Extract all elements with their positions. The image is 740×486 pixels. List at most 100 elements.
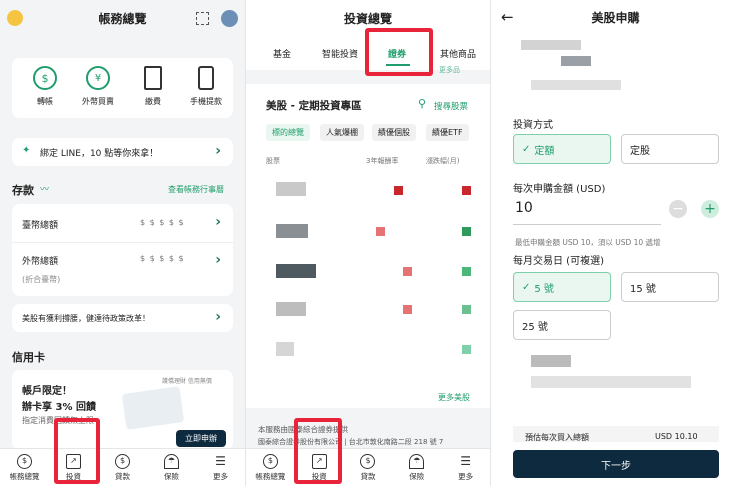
atm-action[interactable]: 手機提款 <box>182 66 230 107</box>
chip-top-etf[interactable]: 績優ETF <box>426 124 469 141</box>
nav-insurance[interactable]: ☂ 保險 <box>147 449 196 486</box>
deposit-card: 臺幣總額 $ $ $ $ $ › 外幣總額 (折合臺幣) $ $ $ $ $ › <box>12 204 233 296</box>
chevron-right-icon[interactable]: › <box>215 214 221 230</box>
highlight-securities-tab <box>365 28 433 76</box>
nav-label: 帳務總覽 <box>9 471 40 481</box>
bill-action[interactable]: 繳費 <box>132 66 174 107</box>
chip-top-stock[interactable]: 績優個股 <box>372 124 416 141</box>
more-products-link[interactable]: 更多品 <box>439 65 460 75</box>
day-15[interactable]: 15 號 <box>621 272 719 302</box>
fx-icon: ¥ <box>86 66 110 90</box>
nav-insurance[interactable]: ☂ 保險 <box>392 449 441 486</box>
highlight-invest-tab <box>54 418 100 484</box>
masked-info <box>531 355 571 367</box>
rate-cell <box>403 305 412 314</box>
more-us-stock-link[interactable]: 更多美股 <box>438 392 470 403</box>
search-icon[interactable]: ⚲ <box>418 97 426 110</box>
total-label: 預估每次買入總額 <box>525 433 589 442</box>
bottom-nav: $ 帳務總覽 ↗ 投資 $ 貸款 ☂ 保險 ☰ 更多 <box>246 448 490 486</box>
line-banner[interactable]: ✦ 綁定 LINE，10 點等你來拿！ › <box>12 138 233 166</box>
day-25-label: 25 號 <box>522 321 548 333</box>
masked-stock-row <box>276 182 306 196</box>
day-label: 每月交易日 (可複選) <box>513 256 604 267</box>
fx-label: 外幣買賣 <box>82 97 114 106</box>
page-title: 美股申購 <box>591 10 640 25</box>
nav-loan[interactable]: $ 貸款 <box>98 449 147 486</box>
fx-action[interactable]: ¥ 外幣買賣 <box>74 66 122 107</box>
fx-total-label: 外幣總額 <box>22 257 59 267</box>
chip-overview[interactable]: 標的總覽 <box>266 124 310 141</box>
chevron-right-icon[interactable]: › <box>215 252 221 268</box>
nav-label: 貸款 <box>115 471 130 481</box>
col-stock: 股票 <box>266 157 280 165</box>
line-banner-text: 綁定 LINE，10 點等你來拿！ <box>40 149 159 159</box>
search-stock-link[interactable]: 搜尋股票 <box>434 100 468 112</box>
panel-us-stock-purchase: ← 美股申購 投資方式 ✓ 定額 定股 每次申購金額 (USD) 10 − + 最… <box>490 0 740 486</box>
col-rate: 3年報酬率 <box>366 157 399 165</box>
transfer-label: 轉帳 <box>37 97 53 106</box>
sparkle-icon: ✦ <box>22 145 31 156</box>
transfer-action[interactable]: $ 轉帳 <box>24 66 66 107</box>
masked-stock-row <box>276 342 294 356</box>
promo-banner[interactable]: 美股有獲利撐腰，健達待政策改革！ › <box>12 304 233 332</box>
scan-icon[interactable] <box>196 12 209 25</box>
chevron-right-icon: › <box>215 143 221 159</box>
bottom-nav: $ 帳務總覽 ↗ 投資 $ 貸款 ☂ 保險 ☰ 更多 <box>0 448 245 486</box>
calendar-link[interactable]: 查看帳務行事曆 <box>168 184 224 195</box>
dollar-icon: $ <box>17 453 32 469</box>
moneybag-icon: $ <box>360 453 376 469</box>
panel-investment-overview: 投資總覽 基金 智能投資 證券 其他商品 更多品 美股 - 定期投資專區 ⚲ 搜… <box>245 0 490 486</box>
change-cell <box>462 227 471 236</box>
nav-more[interactable]: ☰ 更多 <box>441 449 490 486</box>
highlight-invest-tab <box>294 418 342 484</box>
menu-icon: ☰ <box>460 454 471 468</box>
deposit-heading: 存款 <box>12 184 34 197</box>
total-row: 預估每次買入總額 USD 10.10 <box>513 426 719 442</box>
day-5[interactable]: ✓ 5 號 <box>513 272 611 302</box>
masked-info <box>561 56 591 66</box>
twd-total-label: 臺幣總額 <box>22 221 59 231</box>
nav-label: 貸款 <box>360 471 376 481</box>
eye-icon[interactable]: 〰 <box>40 182 49 195</box>
fx-total-sub: (折合臺幣) <box>22 275 61 284</box>
apply-button[interactable]: 立即申辦 <box>176 430 226 447</box>
amount-input[interactable]: 10 <box>515 200 533 216</box>
rate-cell <box>376 227 385 236</box>
umbrella-icon: ☂ <box>164 453 179 469</box>
amount-hint: 最低申購金額 USD 10，須以 USD 10 遞增 <box>515 238 661 247</box>
method-fixed-shares-label: 定股 <box>630 145 650 157</box>
amount-underline <box>513 224 661 225</box>
tab-fund[interactable]: 基金 <box>273 47 291 60</box>
profile-icon[interactable] <box>221 10 238 27</box>
nav-label: 更多 <box>458 471 474 481</box>
twd-total-mask: $ $ $ $ $ <box>140 218 185 227</box>
nav-more[interactable]: ☰ 更多 <box>196 449 245 486</box>
phone-icon <box>198 66 214 90</box>
method-fixed-shares[interactable]: 定股 <box>621 134 719 164</box>
masked-info <box>531 80 621 90</box>
fx-total-mask: $ $ $ $ $ <box>140 254 185 263</box>
change-cell <box>462 305 471 314</box>
change-cell <box>462 186 471 195</box>
nav-overview[interactable]: $ 帳務總覽 <box>246 449 295 486</box>
col-change: 漲跌幅(月) <box>426 157 460 165</box>
nav-label: 保險 <box>409 471 425 481</box>
panel-account-overview: 帳務總覽 $ 轉帳 ¥ 外幣買賣 繳費 手機提款 ✦ 綁定 LINE，10 點等… <box>0 0 245 486</box>
change-cell <box>462 267 471 276</box>
nav-loan[interactable]: $ 貸款 <box>344 449 393 486</box>
masked-info <box>531 376 691 388</box>
next-button[interactable]: 下一步 <box>513 450 719 478</box>
minus-icon[interactable]: − <box>669 200 687 218</box>
plus-icon[interactable]: + <box>701 200 719 218</box>
masked-stock-row <box>276 302 306 316</box>
day-25[interactable]: 25 號 <box>513 310 611 340</box>
change-cell <box>462 345 471 354</box>
chip-popular[interactable]: 人氣爆棚 <box>320 124 364 141</box>
credit-card-promo[interactable]: 護僑理財 信用無價 帳戶限定！ 辦卡享 3% 回饋 指定消費回饋無上限 立即申辦 <box>12 370 233 450</box>
method-fixed-amount[interactable]: ✓ 定額 <box>513 134 611 164</box>
nav-overview[interactable]: $ 帳務總覽 <box>0 449 49 486</box>
tab-other[interactable]: 其他商品 <box>440 47 476 60</box>
tab-robo[interactable]: 智能投資 <box>322 47 358 60</box>
check-icon: ✓ <box>522 143 531 155</box>
quick-actions-card: $ 轉帳 ¥ 外幣買賣 繳費 手機提款 <box>12 58 233 118</box>
